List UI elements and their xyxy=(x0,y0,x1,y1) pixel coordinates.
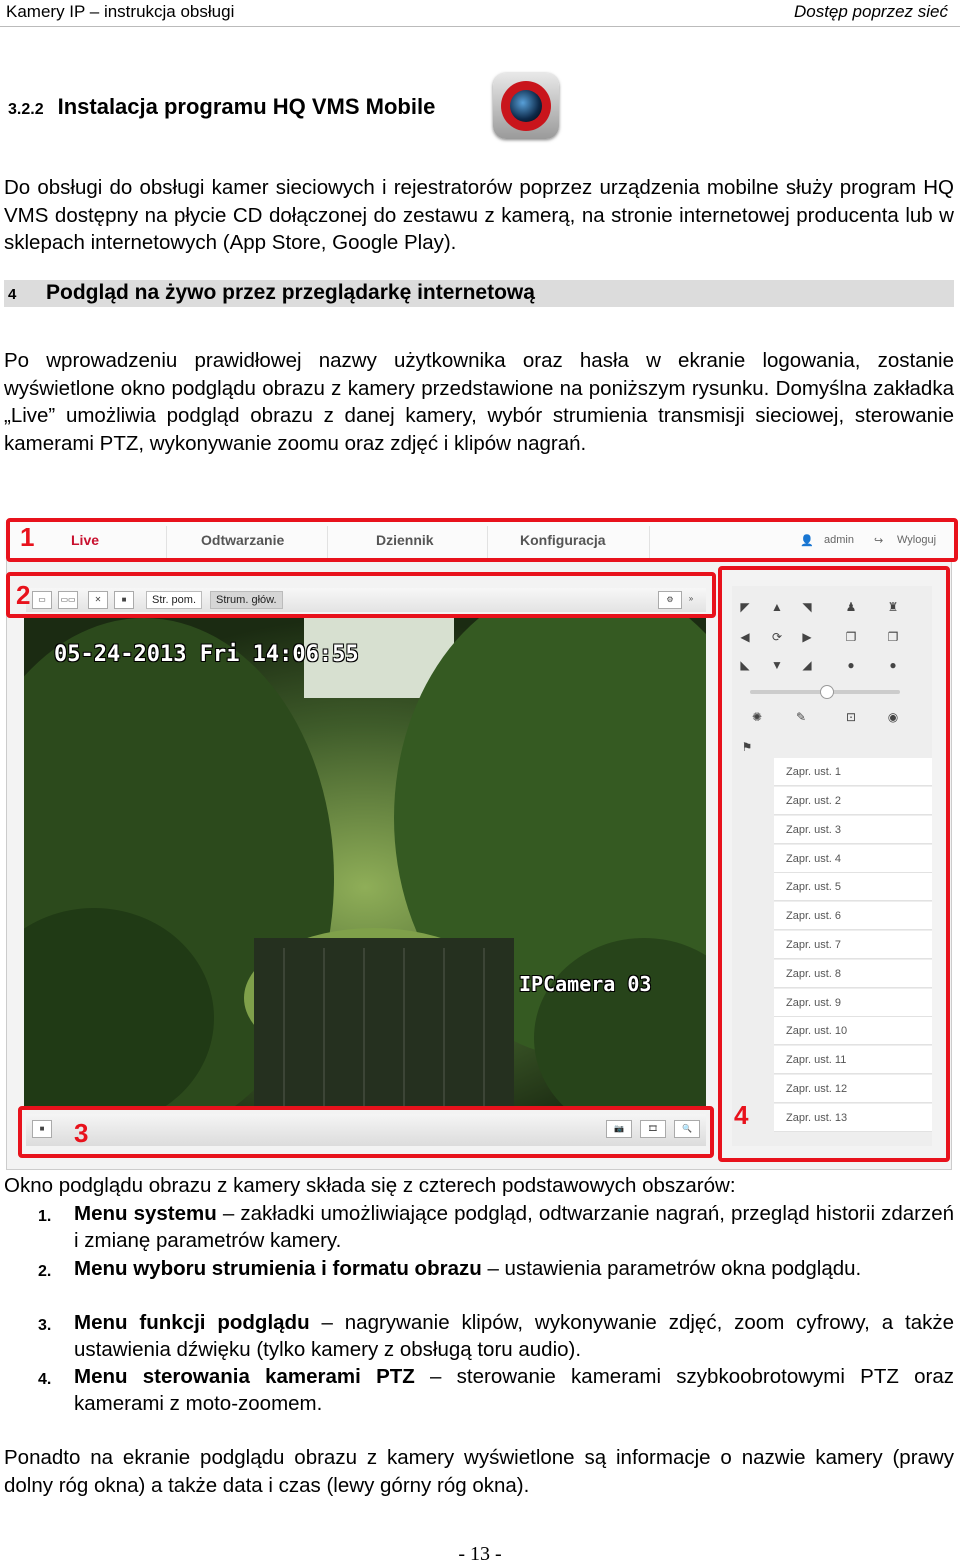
area-3-frame xyxy=(18,1106,714,1158)
hq-vms-app-icon xyxy=(493,73,559,139)
list-number: 3. xyxy=(38,1317,52,1334)
list-intro: Okno podglądu obrazu z kamery składa się… xyxy=(4,1174,736,1197)
live-view-paragraph: Po wprowadzeniu prawidłowej nazwy użytko… xyxy=(4,349,954,455)
header-chapter: Dostęp poprzez sieć xyxy=(793,2,948,21)
section-heading: 3.2.2 Instalacja programu HQ VMS Mobile xyxy=(8,94,435,120)
camera-video-view[interactable]: 05-24-2013 Fri 14:06:55 IPCamera 03 xyxy=(24,618,706,1108)
list-desc: – ustawienia parametrów okna podglądu. xyxy=(481,1257,862,1280)
section-number: 3.2.2 xyxy=(8,101,44,118)
chapter-number: 4 xyxy=(8,286,17,303)
list-number: 2. xyxy=(38,1263,52,1280)
list-number: 1. xyxy=(38,1208,52,1225)
list-term: Menu systemu xyxy=(74,1202,217,1225)
list-term: Menu funkcji podglądu xyxy=(74,1311,310,1334)
area-4-frame xyxy=(718,566,950,1162)
areas-list: 1. Menu systemu – zakładki umożliwiające… xyxy=(4,1200,954,1430)
area-label-1: 1 xyxy=(20,522,35,552)
list-term: Menu wyboru strumienia i formatu obrazu xyxy=(74,1257,482,1280)
area-1-frame xyxy=(6,518,958,562)
area-label-2: 2 xyxy=(16,580,31,610)
area-2-frame xyxy=(6,572,716,618)
list-term: Menu sterowania kamerami PTZ xyxy=(74,1365,415,1388)
chapter-heading: 4 Podgląd na żywo przez przeglądarkę int… xyxy=(4,280,954,307)
outro-paragraph: Ponadto na ekranie podglądu obrazu z kam… xyxy=(4,1446,954,1497)
camera-image xyxy=(24,618,706,1108)
intro-paragraph: Do obsługi do obsługi kamer sieciowych i… xyxy=(4,176,954,254)
osd-datetime: 05-24-2013 Fri 14:06:55 xyxy=(54,642,359,667)
header-doc-title: Kamery IP – instrukcja obsługi xyxy=(6,2,235,21)
page-header: Kamery IP – instrukcja obsługi Dostęp po… xyxy=(0,0,960,27)
chapter-title: Podgląd na żywo przez przeglądarkę inter… xyxy=(46,281,535,304)
list-number: 4. xyxy=(38,1371,52,1388)
area-label-4: 4 xyxy=(734,1100,749,1130)
osd-camera-name: IPCamera 03 xyxy=(519,972,652,996)
section-title: Instalacja programu HQ VMS Mobile xyxy=(57,94,436,119)
area-label-3: 3 xyxy=(74,1118,89,1148)
